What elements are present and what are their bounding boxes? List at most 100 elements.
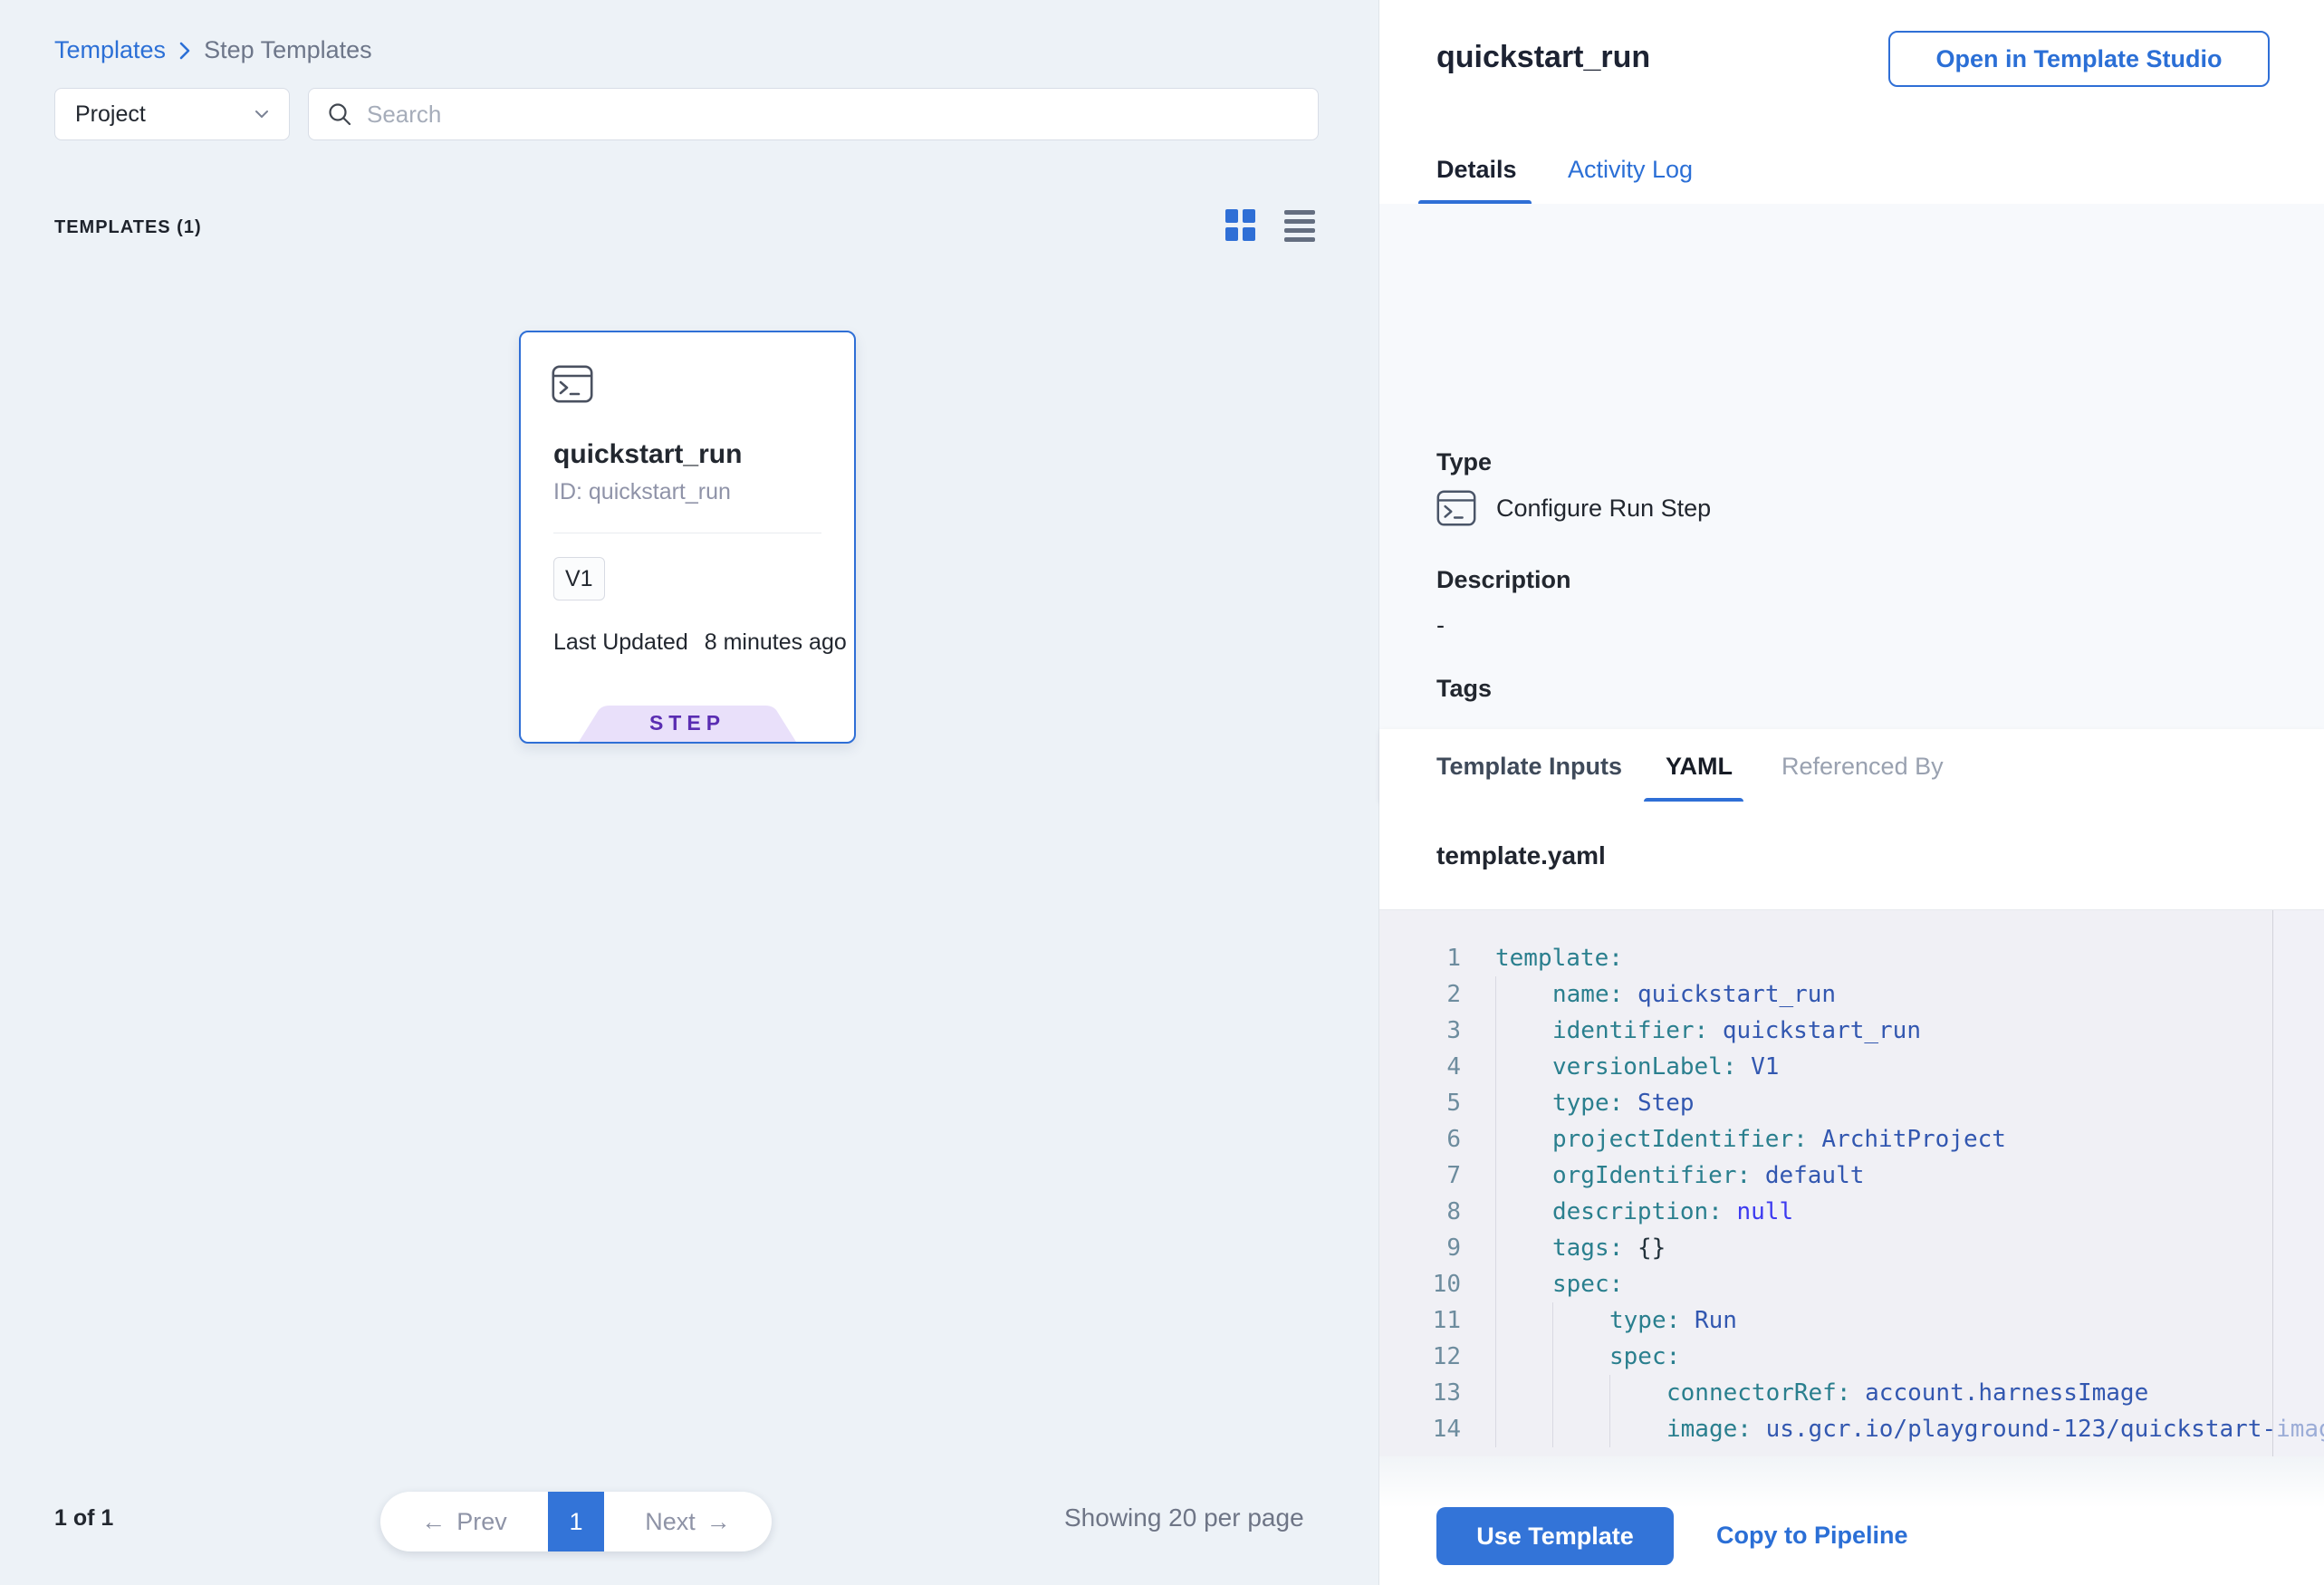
editor-scrollbar[interactable]	[2272, 910, 2324, 1456]
template-details-panel: quickstart_run Open in Template Studio D…	[1378, 0, 2324, 1585]
code-line: 4versionLabel: V1	[1379, 1049, 2324, 1085]
line-number: 2	[1379, 976, 1461, 1013]
open-template-studio-button[interactable]: Open in Template Studio	[1888, 31, 2270, 87]
indent-guide	[1495, 1013, 1552, 1049]
template-card-quickstart-run[interactable]: quickstart_run ID: quickstart_run V1 Las…	[519, 331, 856, 744]
scope-select[interactable]: Project	[54, 88, 290, 140]
tab-activity-log[interactable]: Activity Log	[1568, 156, 1693, 184]
line-number: 1	[1379, 940, 1461, 976]
prev-label: Prev	[456, 1508, 507, 1536]
search-input[interactable]	[367, 101, 1300, 129]
code-line: 9tags: {}	[1379, 1230, 2324, 1266]
line-number: 14	[1379, 1411, 1461, 1447]
line-number: 13	[1379, 1375, 1461, 1411]
next-page-button[interactable]: Next →	[604, 1492, 772, 1551]
code-line: 8description: null	[1379, 1194, 2324, 1230]
page-range-label: 1 of 1	[54, 1505, 113, 1532]
indent-guide	[1609, 1411, 1666, 1447]
yaml-editor[interactable]: 1template:2name: quickstart_run3identifi…	[1379, 910, 2324, 1456]
indent-guide	[1552, 1339, 1609, 1375]
code-line: 11type: Run	[1379, 1302, 2324, 1339]
code-line: 10spec:	[1379, 1266, 2324, 1302]
details-tab-bar: Details Activity Log	[1379, 145, 2324, 204]
code-line: 3identifier: quickstart_run	[1379, 1013, 2324, 1049]
indent-guide	[1495, 1375, 1552, 1411]
code-line: 7orgIdentifier: default	[1379, 1158, 2324, 1194]
card-step-badge: STEP	[649, 711, 725, 735]
use-template-button[interactable]: Use Template	[1436, 1507, 1674, 1565]
templates-count-label: TEMPLATES (1)	[54, 217, 202, 238]
indent-guide	[1552, 1411, 1609, 1447]
line-number: 5	[1379, 1085, 1461, 1121]
list-view-icon[interactable]	[1284, 208, 1315, 242]
line-number: 7	[1379, 1158, 1461, 1194]
indent-guide	[1552, 1375, 1609, 1411]
type-value: Configure Run Step	[1496, 495, 1711, 523]
tab-referenced-by[interactable]: Referenced By	[1781, 753, 1944, 781]
arrow-left-icon: ←	[421, 1508, 446, 1536]
code-line: 14image: us.gcr.io/playground-123/quicks…	[1379, 1411, 2324, 1447]
chevron-right-icon	[178, 41, 191, 61]
line-number: 11	[1379, 1302, 1461, 1339]
indent-guide	[1495, 1302, 1552, 1339]
indent-guide	[1609, 1375, 1666, 1411]
arrow-right-icon: →	[706, 1508, 731, 1536]
grid-view-icon[interactable]	[1225, 209, 1255, 241]
scope-select-value: Project	[75, 101, 146, 128]
filter-row: Project	[54, 88, 1319, 140]
type-value-row: Configure Run Step	[1436, 490, 1711, 526]
current-page-button[interactable]: 1	[548, 1492, 604, 1551]
tab-template-inputs[interactable]: Template Inputs	[1436, 753, 1622, 781]
card-version-badge: V1	[553, 557, 605, 600]
terminal-icon	[552, 365, 593, 403]
tab-yaml[interactable]: YAML	[1666, 753, 1733, 781]
next-label: Next	[645, 1508, 696, 1536]
indent-guide	[1495, 1339, 1552, 1375]
indent-guide	[1495, 1230, 1552, 1266]
indent-guide	[1495, 1158, 1552, 1194]
tab-details[interactable]: Details	[1436, 156, 1517, 184]
details-content: Type Configure Run Step Description - Ta…	[1379, 204, 2324, 729]
terminal-icon	[1436, 490, 1476, 526]
view-toggles	[1225, 208, 1315, 242]
card-last-updated: Last Updated 8 minutes ago	[553, 629, 847, 656]
details-footer: Use Template Copy to Pipeline	[1379, 1456, 2324, 1585]
yaml-filename: template.yaml	[1436, 841, 1606, 870]
indent-guide	[1552, 1302, 1609, 1339]
prev-page-button[interactable]: ← Prev	[380, 1492, 548, 1551]
indent-guide	[1495, 1194, 1552, 1230]
type-label: Type	[1436, 448, 1492, 476]
pagination: ← Prev 1 Next →	[380, 1492, 772, 1551]
details-header: quickstart_run Open in Template Studio	[1379, 0, 2324, 145]
copy-to-pipeline-link[interactable]: Copy to Pipeline	[1716, 1522, 1908, 1550]
code-line: 2name: quickstart_run	[1379, 976, 2324, 1013]
description-label: Description	[1436, 566, 1571, 594]
line-number: 10	[1379, 1266, 1461, 1302]
breadcrumb-current: Step Templates	[204, 36, 372, 64]
code-line: 12spec:	[1379, 1339, 2324, 1375]
template-list-panel: Templates Step Templates Project TEMPLAT…	[0, 0, 1378, 1585]
indent-guide	[1495, 1411, 1552, 1447]
tags-label: Tags	[1436, 675, 1492, 703]
line-number: 4	[1379, 1049, 1461, 1085]
breadcrumb-templates-link[interactable]: Templates	[54, 36, 166, 64]
card-title: quickstart_run	[553, 439, 742, 470]
indent-guide	[1495, 1121, 1552, 1158]
yaml-subtab-bar: Template Inputs YAML Referenced By	[1379, 729, 2324, 802]
indent-guide	[1495, 976, 1552, 1013]
code-line: 1template:	[1379, 940, 2324, 976]
per-page-label: Showing 20 per page	[1064, 1503, 1304, 1532]
card-id: ID: quickstart_run	[553, 479, 731, 505]
last-updated-label: Last Updated	[553, 629, 688, 656]
templates-page: Templates Step Templates Project TEMPLAT…	[0, 0, 2324, 1585]
line-number: 3	[1379, 1013, 1461, 1049]
breadcrumb: Templates Step Templates	[54, 36, 372, 64]
details-title: quickstart_run	[1436, 40, 1650, 75]
code-line: 13connectorRef: account.harnessImage	[1379, 1375, 2324, 1411]
line-number: 8	[1379, 1194, 1461, 1230]
indent-guide	[1495, 1049, 1552, 1085]
code-line: 6projectIdentifier: ArchitProject	[1379, 1121, 2324, 1158]
indent-guide	[1495, 1085, 1552, 1121]
code-line: 5type: Step	[1379, 1085, 2324, 1121]
chevron-down-icon	[254, 110, 269, 119]
